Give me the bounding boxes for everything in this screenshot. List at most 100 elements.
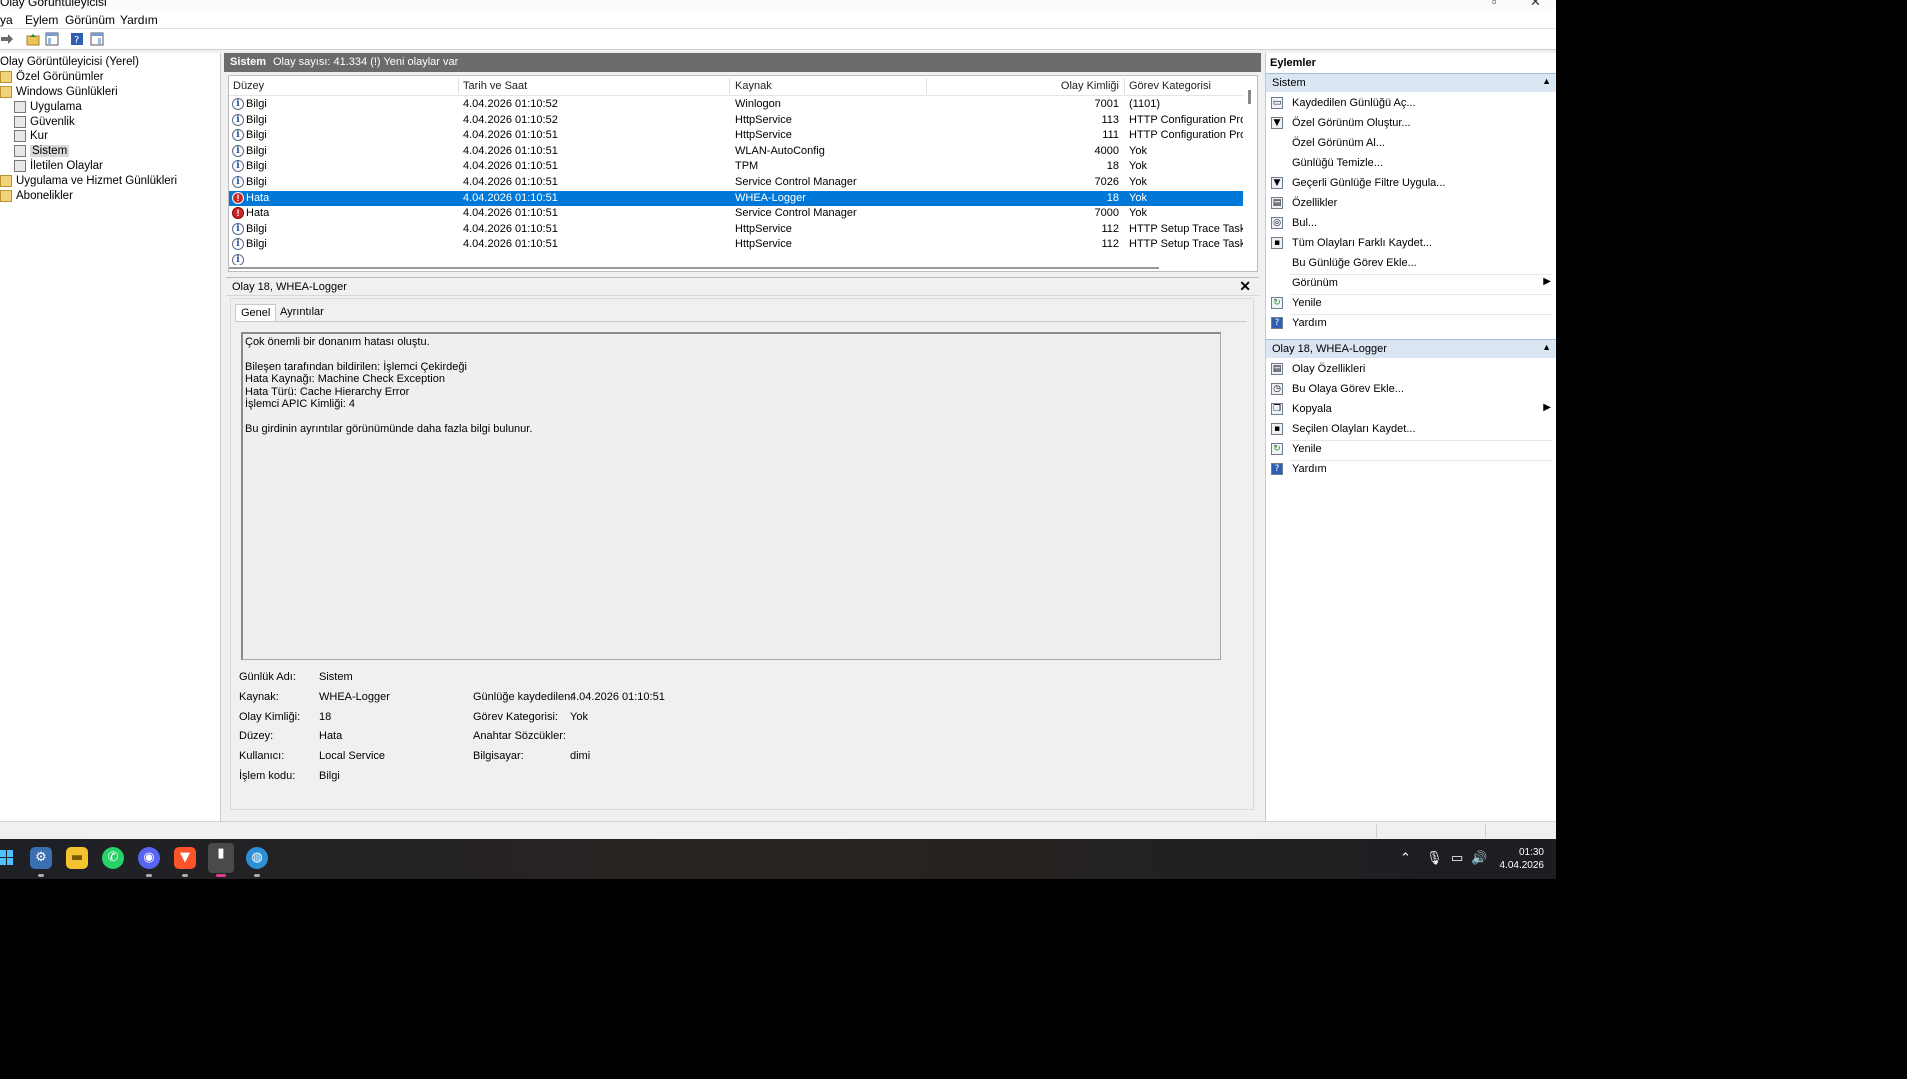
- col-source[interactable]: Kaynak: [735, 80, 772, 92]
- chevron-up-icon[interactable]: ⌃: [1400, 851, 1411, 866]
- tree-item-system[interactable]: Sistem: [14, 143, 70, 158]
- tree-item-subscriptions[interactable]: Abonelikler: [0, 188, 73, 203]
- table-row[interactable]: ! Hata 4.04.2026 01:10:51 WHEA-Logger 18 Yok: [229, 190, 1244, 207]
- actions-section-header[interactable]: Sistem ▲: [1266, 73, 1556, 92]
- system-clock[interactable]: 01:30 4.04.2026: [1500, 846, 1545, 872]
- tree-item-application[interactable]: Uygulama: [14, 99, 82, 114]
- error-icon: !: [232, 207, 244, 220]
- action-item[interactable]: Özel Görünüm Al...: [1266, 134, 1556, 154]
- action-item[interactable]: ? Yardım: [1266, 314, 1556, 334]
- menu-file[interactable]: ya: [0, 13, 13, 27]
- table-row[interactable]: i Bilgi 4.04.2026 01:10:51 TPM 18 Yok: [229, 159, 1244, 175]
- microphone-icon[interactable]: 🎙: [1426, 851, 1443, 866]
- col-category[interactable]: Görev Kategorisi: [1129, 80, 1211, 92]
- col-level[interactable]: Düzey: [233, 80, 264, 92]
- folder-up-icon[interactable]: [26, 32, 40, 46]
- action-item[interactable]: Görünüm ▶: [1266, 274, 1556, 294]
- action-item[interactable]: ▭ Kaydedilen Günlüğü Aç...: [1266, 94, 1556, 114]
- menu-help[interactable]: Yardım: [120, 13, 158, 27]
- table-row[interactable]: ! Hata 4.04.2026 01:10:51 Service Control M…: [229, 206, 1244, 222]
- table-row[interactable]: i Bilgi 4.04.2026 01:10:51 HttpService 112 HT…: [229, 237, 1244, 253]
- event-detail-pane: Genel Ayrıntılar Çok önemli bir donanım …: [230, 298, 1254, 810]
- action-item[interactable]: ▤ Özellikler: [1266, 194, 1556, 214]
- tree-item-forwarded-events[interactable]: İletilen Olaylar: [14, 158, 103, 173]
- vertical-scrollbar[interactable]: [1243, 76, 1257, 271]
- tree-item-custom-views[interactable]: Özel Görünümler: [0, 69, 104, 84]
- tab-general[interactable]: Genel: [235, 304, 277, 321]
- tab-details[interactable]: Ayrıntılar: [275, 304, 329, 321]
- show-hide-actions-icon[interactable]: [90, 32, 104, 46]
- event-viewer-taskbar-icon[interactable]: ▮: [208, 843, 234, 873]
- action-item[interactable]: ▪ Tüm Olayları Farklı Kaydet...: [1266, 234, 1556, 254]
- action-item[interactable]: ? Yardım: [1266, 460, 1556, 480]
- brave-browser-icon[interactable]: ▼: [174, 847, 196, 869]
- col-divider[interactable]: [926, 78, 927, 94]
- table-row[interactable]: i Bilgi 4.04.2026 01:10:51 HttpService 111 HT…: [229, 128, 1244, 144]
- menu-action[interactable]: Eylem: [25, 13, 58, 27]
- col-divider[interactable]: [458, 78, 459, 94]
- tree-item-app-service-logs[interactable]: Uygulama ve Hizmet Günlükleri: [0, 173, 177, 188]
- cell-level: Bilgi: [246, 176, 267, 188]
- settings-app-icon[interactable]: ⚙: [30, 847, 52, 869]
- scroll-thumb[interactable]: [1248, 90, 1251, 104]
- running-indicator: [182, 874, 188, 877]
- section-label: Olay 18, WHEA-Logger: [1272, 343, 1387, 355]
- close-icon[interactable]: ✕: [1239, 278, 1251, 295]
- network-icon[interactable]: ▭: [1451, 851, 1463, 866]
- tree-item-setup[interactable]: Kur: [14, 128, 48, 143]
- action-item[interactable]: ↻ Yenile: [1266, 440, 1556, 460]
- action-item[interactable]: Bu Günlüğe Görev Ekle...: [1266, 254, 1556, 274]
- field-label: Kaynak:: [239, 691, 279, 703]
- network-globe-icon[interactable]: ◍: [246, 847, 268, 869]
- collapse-arrow-icon[interactable]: ▲: [1542, 342, 1551, 352]
- help-icon: ?: [1271, 463, 1283, 475]
- file-explorer-icon[interactable]: ▬: [66, 847, 88, 869]
- col-event-id[interactable]: Olay Kimliği: [1029, 80, 1119, 92]
- actions-title: Eylemler: [1270, 57, 1316, 69]
- action-label: Yardım: [1292, 463, 1327, 475]
- cell-source: HttpService: [735, 238, 792, 251]
- table-row[interactable]: i Bilgi 4.04.2026 01:10:51 WLAN-AutoConfig 4…: [229, 144, 1244, 160]
- maximize-icon[interactable]: ▫: [1492, 0, 1497, 9]
- task-icon: ◷: [1271, 383, 1283, 395]
- table-row[interactable]: i Bilgi 4.04.2026 01:10:52 Winlogon 7001 (110…: [229, 97, 1244, 113]
- windows-start-icon[interactable]: [0, 850, 14, 866]
- col-divider[interactable]: [729, 78, 730, 94]
- tree-item-windows-logs[interactable]: Windows Günlükleri: [0, 84, 118, 99]
- tree-item-security[interactable]: Güvenlik: [14, 114, 75, 129]
- help-icon[interactable]: ?: [70, 32, 84, 46]
- volume-icon[interactable]: 🔊: [1471, 851, 1487, 866]
- error-icon: !: [232, 191, 244, 204]
- log-icon: [14, 159, 26, 172]
- action-label: Günlüğü Temizle...: [1292, 157, 1383, 169]
- whatsapp-icon[interactable]: ✆: [102, 847, 124, 869]
- action-label: Bu Günlüğe Görev Ekle...: [1292, 257, 1417, 269]
- tree-item-root[interactable]: Olay Görüntüleyicisi (Yerel): [0, 54, 139, 69]
- close-icon[interactable]: ✕: [1530, 0, 1541, 10]
- discord-icon[interactable]: ◉: [138, 847, 160, 869]
- menu-view[interactable]: Görünüm: [65, 13, 115, 27]
- collapse-arrow-icon[interactable]: ▲: [1542, 76, 1551, 86]
- action-item[interactable]: ◷ Bu Olaya Görev Ekle...: [1266, 380, 1556, 400]
- action-item[interactable]: ◎ Bul...: [1266, 214, 1556, 234]
- actions-section-header[interactable]: Olay 18, WHEA-Logger ▲: [1266, 339, 1556, 358]
- action-item[interactable]: ▼ Geçerli Günlüğe Filtre Uygula...: [1266, 174, 1556, 194]
- table-row[interactable]: i Bilgi 4.04.2026 01:10:51 Service Control …: [229, 175, 1244, 191]
- forward-arrow-icon[interactable]: [0, 32, 14, 46]
- horizontal-scrollbar[interactable]: [229, 265, 1244, 271]
- action-item[interactable]: ▤ Olay Özellikleri: [1266, 360, 1556, 380]
- show-hide-tree-icon[interactable]: [45, 32, 59, 46]
- col-date[interactable]: Tarih ve Saat: [463, 80, 527, 92]
- action-item[interactable]: ❐ Kopyala ▶: [1266, 400, 1556, 420]
- action-item[interactable]: ▼ Özel Görünüm Oluştur...: [1266, 114, 1556, 134]
- action-label: Özellikler: [1292, 197, 1338, 209]
- table-row[interactable]: i Bilgi 4.04.2026 01:10:52 HttpService 113 HT…: [229, 113, 1244, 129]
- event-description[interactable]: Çok önemli bir donanım hatası oluştu. Bi…: [241, 332, 1221, 660]
- action-item[interactable]: Günlüğü Temizle...: [1266, 154, 1556, 174]
- action-item[interactable]: ↻ Yenile: [1266, 294, 1556, 314]
- table-row[interactable]: i Bilgi 4.04.2026 01:10:51 HttpService 112 HT…: [229, 222, 1244, 238]
- action-item[interactable]: ▪ Seçilen Olayları Kaydet...: [1266, 420, 1556, 440]
- scroll-thumb[interactable]: [229, 267, 1159, 269]
- cell-event-id: 112: [1101, 238, 1119, 251]
- col-divider[interactable]: [1124, 78, 1125, 94]
